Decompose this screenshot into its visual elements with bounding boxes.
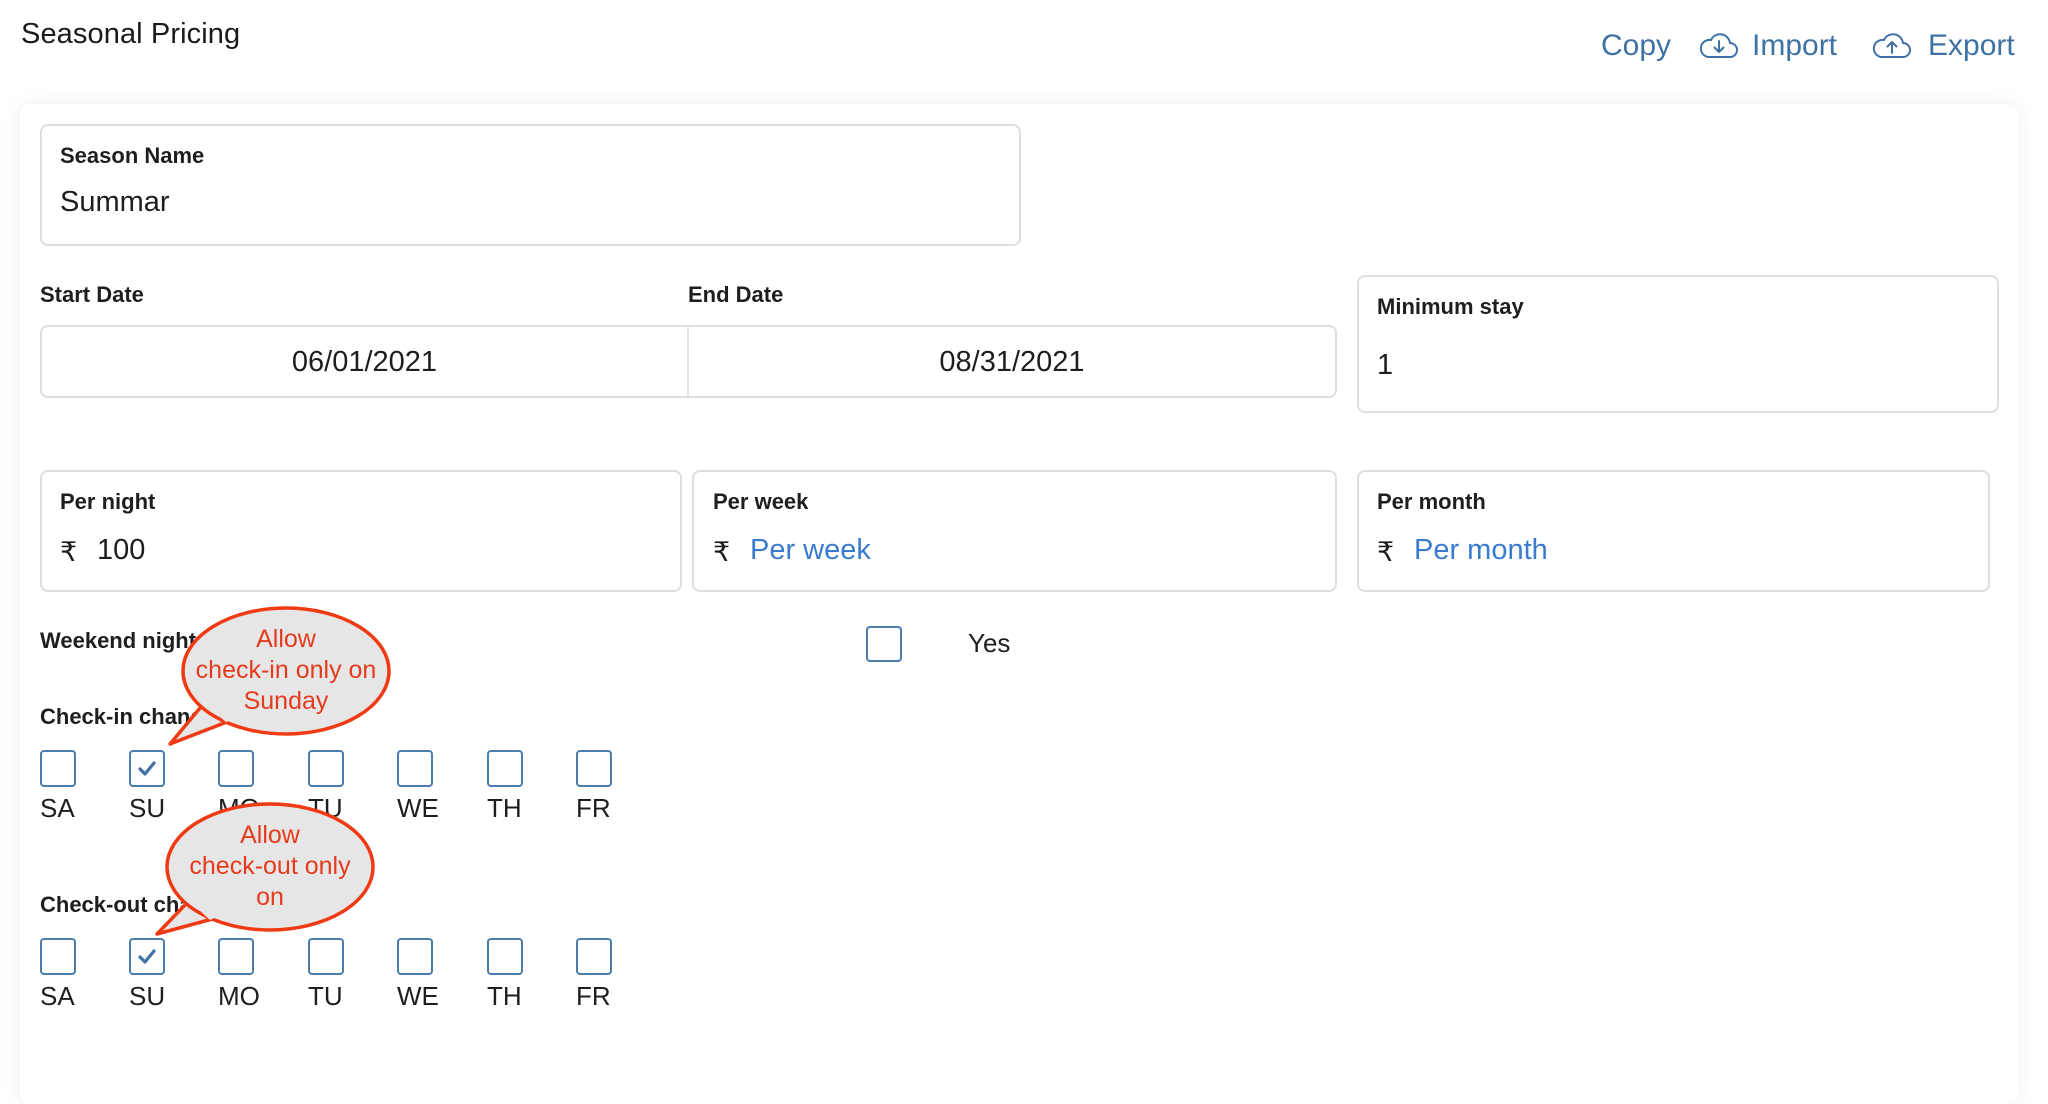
callout-checkin-text: Allow check-in only on Sunday — [186, 624, 386, 717]
export-button[interactable]: Export — [1928, 26, 2015, 66]
per-night-label: Per night — [60, 489, 156, 514]
per-month-input[interactable]: Per month — [1414, 534, 1548, 567]
checkin-checkbox-su[interactable] — [129, 750, 165, 787]
callout-line: on — [256, 883, 284, 911]
start-date-label: Start Date — [40, 282, 144, 307]
copy-button[interactable]: Copy — [1601, 26, 1671, 66]
checkout-checkbox-tu[interactable] — [308, 938, 344, 975]
rupee-icon: ₹ — [1377, 537, 1395, 567]
season-name-value[interactable]: Summar — [60, 186, 170, 219]
minimum-stay-label: Minimum stay — [1377, 294, 1524, 319]
callout-line: Allow — [256, 625, 316, 653]
cloud-download-icon[interactable] — [1699, 30, 1739, 62]
checkmark-icon — [138, 761, 156, 776]
season-name-label: Season Name — [60, 143, 205, 168]
per-week-field[interactable]: Per week ₹ Per week — [692, 470, 1337, 592]
checkin-day-label: FR — [576, 793, 611, 823]
checkin-checkbox-fr[interactable] — [576, 750, 612, 787]
weekend-pricing-checkbox[interactable] — [866, 626, 902, 662]
minimum-stay-field[interactable]: Minimum stay 1 — [1357, 275, 1999, 413]
checkin-day-label: SA — [40, 793, 75, 823]
checkout-day-label: SU — [129, 981, 166, 1011]
end-date-label: End Date — [688, 282, 784, 307]
checkout-checkbox-mo[interactable] — [218, 938, 254, 975]
per-night-value[interactable]: 100 — [97, 534, 145, 567]
checkout-checkbox-sa[interactable] — [40, 938, 76, 975]
per-month-label: Per month — [1377, 489, 1486, 514]
checkin-checkbox-mo[interactable] — [218, 750, 254, 787]
checkout-day-label: TH — [487, 981, 522, 1011]
callout-line: check-out only — [189, 852, 351, 880]
per-month-field[interactable]: Per month ₹ Per month — [1357, 470, 1990, 592]
checkin-checkbox-sa[interactable] — [40, 750, 76, 787]
checkout-day-label: WE — [397, 981, 439, 1011]
checkout-checkbox-we[interactable] — [397, 938, 433, 975]
end-date-input[interactable]: 08/31/2021 — [689, 346, 1335, 379]
checkmark-icon — [138, 949, 156, 964]
checkout-day-label: TU — [308, 981, 343, 1011]
checkin-day-label: TH — [487, 793, 522, 823]
rupee-icon: ₹ — [713, 537, 731, 567]
checkout-checkbox-su[interactable] — [129, 938, 165, 975]
callout-line: Allow — [240, 821, 300, 849]
callout-line: check-in only on — [195, 656, 377, 684]
date-range-picker: 06/01/2021 08/31/2021 — [40, 325, 1337, 398]
cloud-upload-icon[interactable] — [1872, 30, 1912, 62]
checkout-day-label: MO — [218, 981, 260, 1011]
per-week-label: Per week — [713, 489, 809, 514]
start-date-input[interactable]: 06/01/2021 — [42, 346, 687, 379]
season-name-field[interactable]: Season Name Summar — [40, 124, 1021, 246]
import-button[interactable]: Import — [1752, 26, 1837, 66]
checkin-checkbox-we[interactable] — [397, 750, 433, 787]
checkin-checkbox-th[interactable] — [487, 750, 523, 787]
checkin-checkbox-tu[interactable] — [308, 750, 344, 787]
checkout-day-label: SA — [40, 981, 75, 1011]
per-night-field[interactable]: Per night ₹ 100 — [40, 470, 682, 592]
per-week-input[interactable]: Per week — [750, 534, 871, 567]
checkout-checkbox-fr[interactable] — [576, 938, 612, 975]
checkin-day-label: WE — [397, 793, 439, 823]
page-title: Seasonal Pricing — [21, 18, 241, 50]
callout-line: Sunday — [243, 687, 329, 715]
callout-checkout-text: Allow check-out only on — [170, 820, 370, 913]
minimum-stay-value[interactable]: 1 — [1377, 349, 1393, 382]
weekend-yes-label: Yes — [968, 628, 1011, 658]
checkout-day-label: FR — [576, 981, 611, 1011]
checkout-checkbox-th[interactable] — [487, 938, 523, 975]
rupee-icon: ₹ — [60, 537, 78, 567]
